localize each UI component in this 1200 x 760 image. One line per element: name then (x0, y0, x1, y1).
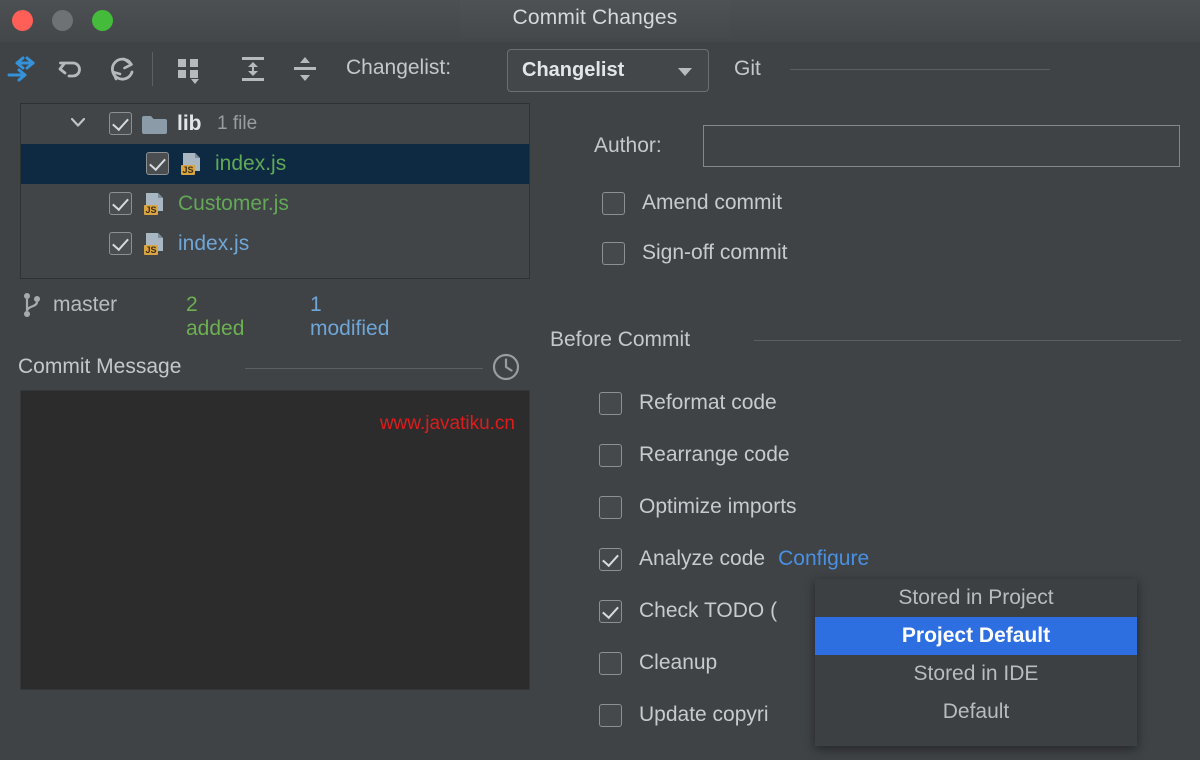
cleanup-label: Cleanup (639, 651, 718, 674)
amend-commit-checkbox-row[interactable]: Amend commit (602, 191, 782, 215)
amend-commit-checkbox[interactable] (602, 191, 625, 215)
branch-name: master (53, 293, 118, 316)
analyze-code-label: Analyze code (639, 547, 766, 570)
author-label: Author: (594, 134, 662, 157)
svg-text:JS: JS (182, 165, 193, 175)
git-branch-icon (24, 293, 40, 317)
optimize-imports-label: Optimize imports (639, 495, 797, 518)
check-todo-checkbox-row[interactable]: Check TODO ( (599, 599, 777, 623)
checkbox-lib[interactable] (109, 112, 132, 135)
tree-label-index-js-2: index.js (178, 232, 250, 255)
commit-arrows-icon[interactable] (2, 50, 40, 88)
optimize-imports-checkbox-row[interactable]: Optimize imports (599, 495, 797, 519)
profile-dropdown-menu[interactable]: Stored in Project Project Default Stored… (815, 579, 1137, 746)
changed-files-tree[interactable]: lib 1 file JS index.js JS Customer.js JS (20, 103, 530, 279)
commit-message-rule (245, 368, 483, 369)
reformat-code-label: Reformat code (639, 391, 777, 414)
clock-icon[interactable] (491, 352, 521, 382)
changelist-dropdown[interactable]: Changelist (507, 49, 709, 92)
sign-off-commit-checkbox[interactable] (602, 241, 625, 265)
checkbox-index-js-2[interactable] (109, 232, 132, 255)
table-row[interactable]: lib 1 file (21, 104, 529, 144)
analyze-code-checkbox[interactable] (599, 547, 622, 571)
analyze-code-checkbox-row[interactable]: Analyze code Configure (599, 547, 869, 571)
close-window-button[interactable] (12, 10, 33, 31)
tree-file-count: 1 file (217, 113, 258, 134)
minimize-window-button[interactable] (52, 10, 73, 31)
commit-message-title: Commit Message (18, 355, 182, 378)
tree-label-customer-js: Customer.js (178, 192, 289, 215)
rearrange-code-checkbox[interactable] (599, 443, 622, 467)
cleanup-checkbox-row[interactable]: Cleanup (599, 651, 717, 675)
modified-count: 1 modified (310, 293, 390, 340)
check-todo-label: Check TODO ( (639, 599, 778, 622)
commit-message-input[interactable]: www.javatiku.cn (20, 390, 530, 690)
tree-label-lib: lib (177, 112, 202, 135)
group-by-icon[interactable] (170, 50, 208, 88)
js-file-icon: JS (144, 233, 163, 255)
table-row[interactable]: JS index.js (21, 144, 529, 184)
git-section-label: Git (734, 57, 761, 80)
sign-off-commit-checkbox-row[interactable]: Sign-off commit (602, 241, 788, 265)
menu-item-default[interactable]: Default (815, 693, 1137, 731)
changelist-value: Changelist (522, 59, 625, 81)
js-file-icon: JS (144, 193, 163, 215)
folder-icon (142, 116, 167, 134)
table-row[interactable]: JS Customer.js (21, 184, 529, 224)
svg-text:JS: JS (145, 245, 156, 255)
before-commit-title: Before Commit (550, 328, 691, 351)
reformat-code-checkbox-row[interactable]: Reformat code (599, 391, 777, 415)
rearrange-code-label: Rearrange code (639, 443, 790, 466)
revert-icon[interactable] (52, 50, 90, 88)
chevron-down-icon (678, 68, 692, 76)
maximize-window-button[interactable] (92, 10, 113, 31)
checkbox-index-js-1[interactable] (146, 152, 169, 175)
update-copyright-checkbox-row[interactable]: Update copyri (599, 703, 769, 727)
menu-item-stored-in-project[interactable]: Stored in Project (815, 579, 1137, 617)
optimize-imports-checkbox[interactable] (599, 495, 622, 519)
added-count: 2 added (186, 293, 245, 340)
toolbar-divider (152, 52, 153, 86)
sign-off-commit-label: Sign-off commit (642, 241, 788, 264)
reformat-code-checkbox[interactable] (599, 391, 622, 415)
table-row[interactable]: JS index.js (21, 224, 529, 264)
watermark-text: www.javatiku.cn (379, 413, 515, 434)
window-title: Commit Changes (512, 6, 678, 29)
update-copyright-checkbox[interactable] (599, 703, 622, 727)
collapse-all-icon[interactable] (286, 50, 324, 88)
chevron-down-icon[interactable] (71, 118, 85, 127)
author-input[interactable] (703, 125, 1180, 167)
check-todo-checkbox[interactable] (599, 599, 622, 623)
tree-label-index-js-1: index.js (215, 152, 287, 175)
amend-commit-label: Amend commit (642, 191, 783, 214)
cleanup-checkbox[interactable] (599, 651, 622, 675)
git-section-rule (790, 69, 1050, 70)
configure-link[interactable]: Configure (778, 547, 869, 571)
refresh-icon[interactable] (104, 50, 142, 88)
rearrange-code-checkbox-row[interactable]: Rearrange code (599, 443, 790, 467)
menu-item-stored-in-ide[interactable]: Stored in IDE (815, 655, 1137, 693)
expand-all-icon[interactable] (234, 50, 272, 88)
js-file-icon: JS (181, 153, 200, 175)
changelist-label: Changelist: (346, 56, 452, 79)
update-copyright-label: Update copyri (639, 703, 769, 726)
svg-text:JS: JS (145, 205, 156, 215)
menu-item-project-default[interactable]: Project Default (815, 617, 1137, 655)
title-bar: Commit Changes (0, 0, 1200, 42)
before-commit-rule (754, 340, 1181, 341)
checkbox-customer-js[interactable] (109, 192, 132, 215)
